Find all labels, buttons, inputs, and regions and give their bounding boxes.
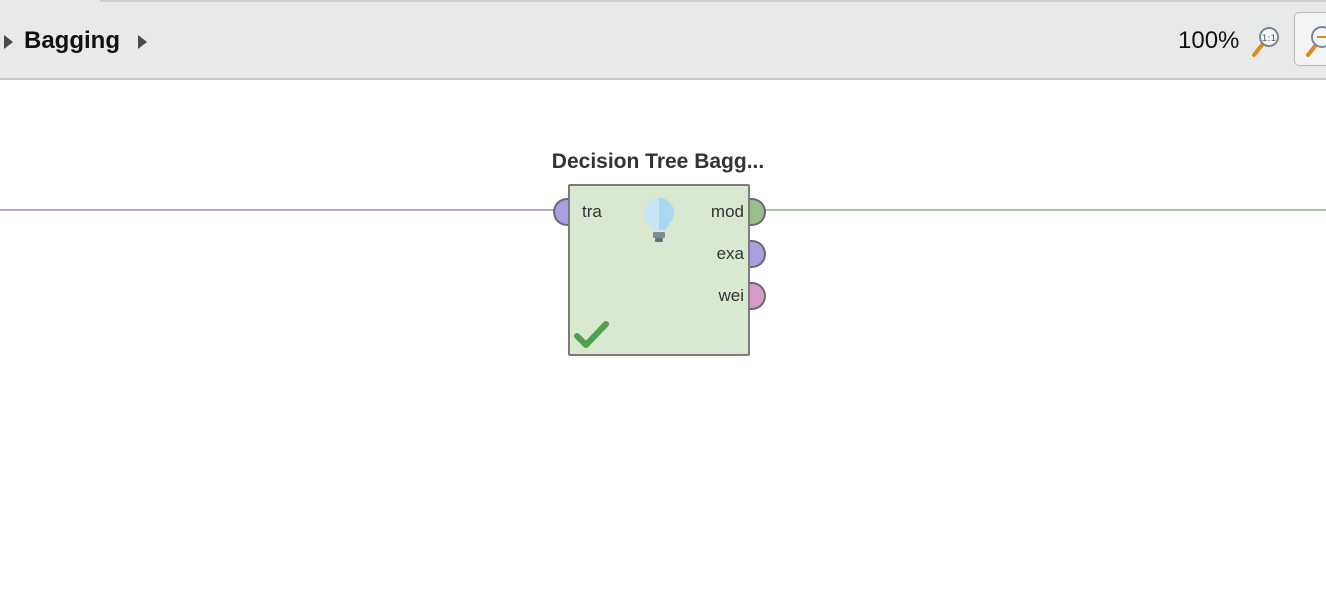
process-canvas[interactable]: Decision Tree Bagg... tra mod exa wei: [0, 80, 1326, 592]
breadcrumb-back-arrow-icon[interactable]: [4, 35, 13, 49]
process-toolbar: Bagging 100% 1:1: [0, 0, 1326, 80]
zoom-actual-size-button[interactable]: 1:1: [1248, 22, 1284, 62]
zoom-level-label: 100%: [1178, 27, 1240, 54]
breadcrumb-title[interactable]: Bagging: [24, 26, 120, 56]
breadcrumb-forward-arrow-icon[interactable]: [138, 35, 147, 49]
zoom-actual-size-icon: 1:1: [1252, 27, 1279, 57]
port-label-wei: wei: [718, 286, 744, 305]
port-label-exa: exa: [716, 244, 744, 263]
checkmark-icon: [574, 321, 609, 348]
port-label-tra: tra: [582, 202, 602, 221]
operator-name[interactable]: Decision Tree Bagg...: [500, 148, 816, 176]
svg-text:1:1: 1:1: [1262, 34, 1276, 44]
lightbulb-icon[interactable]: [642, 196, 676, 248]
toolbar-top-border: [100, 0, 1326, 2]
operator-box[interactable]: tra mod exa wei: [568, 184, 750, 356]
zoom-in-icon: [1306, 26, 1326, 57]
zoom-in-button[interactable]: [1294, 12, 1326, 66]
port-label-mod: mod: [710, 202, 744, 221]
